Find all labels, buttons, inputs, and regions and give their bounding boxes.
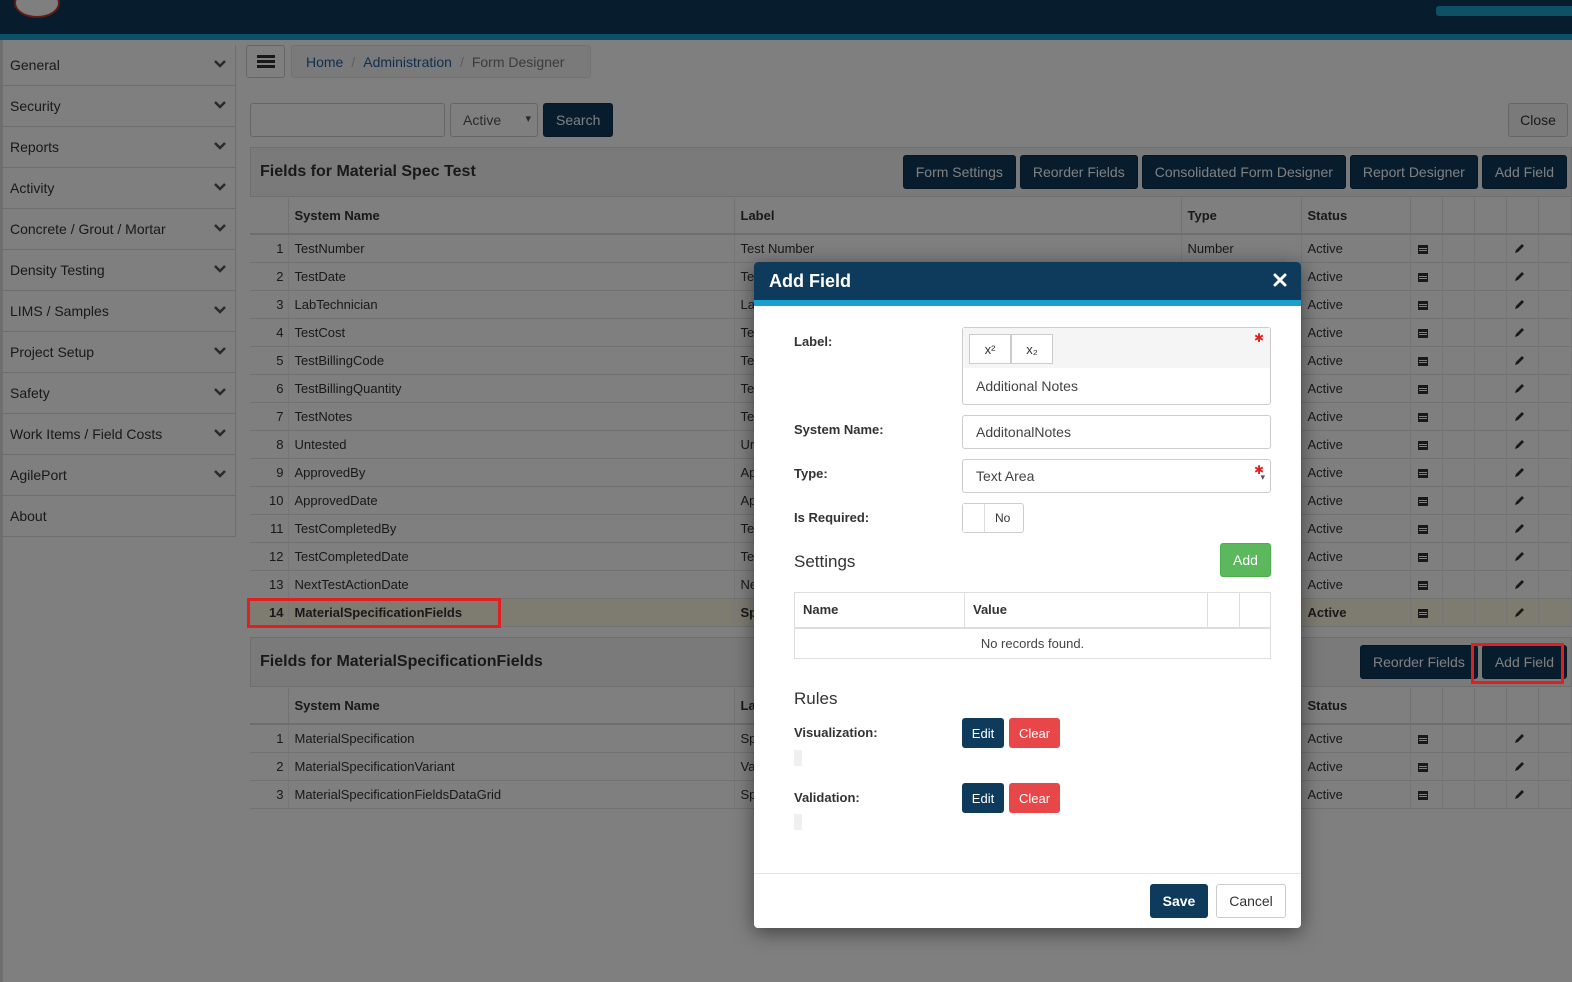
close-icon[interactable] (1273, 273, 1287, 287)
cancel-button[interactable]: Cancel (1216, 884, 1286, 918)
highlight-box-row-14 (247, 598, 501, 628)
toggle-knob (963, 504, 985, 532)
label-field-label: Label: (794, 334, 833, 349)
chevron-down-icon: ▾ (1260, 472, 1265, 482)
col-value[interactable]: Value (964, 592, 1208, 629)
visualization-clear-button[interactable]: Clear (1009, 718, 1060, 748)
required-asterisk-icon: ✱ (1253, 331, 1264, 345)
is-required-toggle[interactable]: No (962, 503, 1024, 533)
settings-heading: Settings (794, 552, 856, 571)
col-action (1207, 592, 1240, 629)
no-records-message: No records found. (980, 635, 1085, 651)
col-action (1239, 592, 1271, 629)
add-field-modal: Add Field Label: x² x₂ ✱ Additional Note… (754, 262, 1301, 928)
validation-clear-button[interactable]: Clear (1009, 783, 1060, 813)
type-select[interactable]: Text Area ✱ ▾ (962, 459, 1271, 493)
subscript-button[interactable]: x₂ (1011, 334, 1053, 364)
type-value: Text Area (976, 468, 1035, 484)
visualization-value (794, 750, 802, 766)
validation-edit-button[interactable]: Edit (962, 783, 1004, 813)
system-name-label: System Name: (794, 422, 884, 437)
modal-header: Add Field (754, 262, 1301, 306)
validation-value (794, 814, 802, 830)
label-rich-text-editor[interactable]: x² x₂ ✱ Additional Notes (962, 327, 1271, 405)
validation-label: Validation: (794, 790, 860, 805)
rte-toolbar: x² x₂ (963, 328, 1270, 368)
modal-title: Add Field (769, 270, 851, 291)
label-value: Additional Notes (976, 378, 1078, 394)
rules-heading: Rules (794, 689, 838, 708)
visualization-label: Visualization: (794, 725, 878, 740)
type-label: Type: (794, 466, 828, 481)
toggle-label: No (995, 511, 1011, 525)
superscript-button[interactable]: x² (969, 334, 1011, 364)
is-required-label: Is Required: (794, 510, 870, 525)
col-name[interactable]: Name (794, 592, 965, 629)
system-name-input[interactable]: AdditonalNotes (962, 415, 1271, 449)
save-button[interactable]: Save (1150, 884, 1208, 918)
settings-table: Name Value No records found. (794, 592, 1271, 659)
modal-footer-divider (754, 873, 1301, 874)
add-setting-button[interactable]: Add (1220, 543, 1271, 577)
highlight-box-add-field (1471, 643, 1564, 684)
visualization-edit-button[interactable]: Edit (962, 718, 1004, 748)
